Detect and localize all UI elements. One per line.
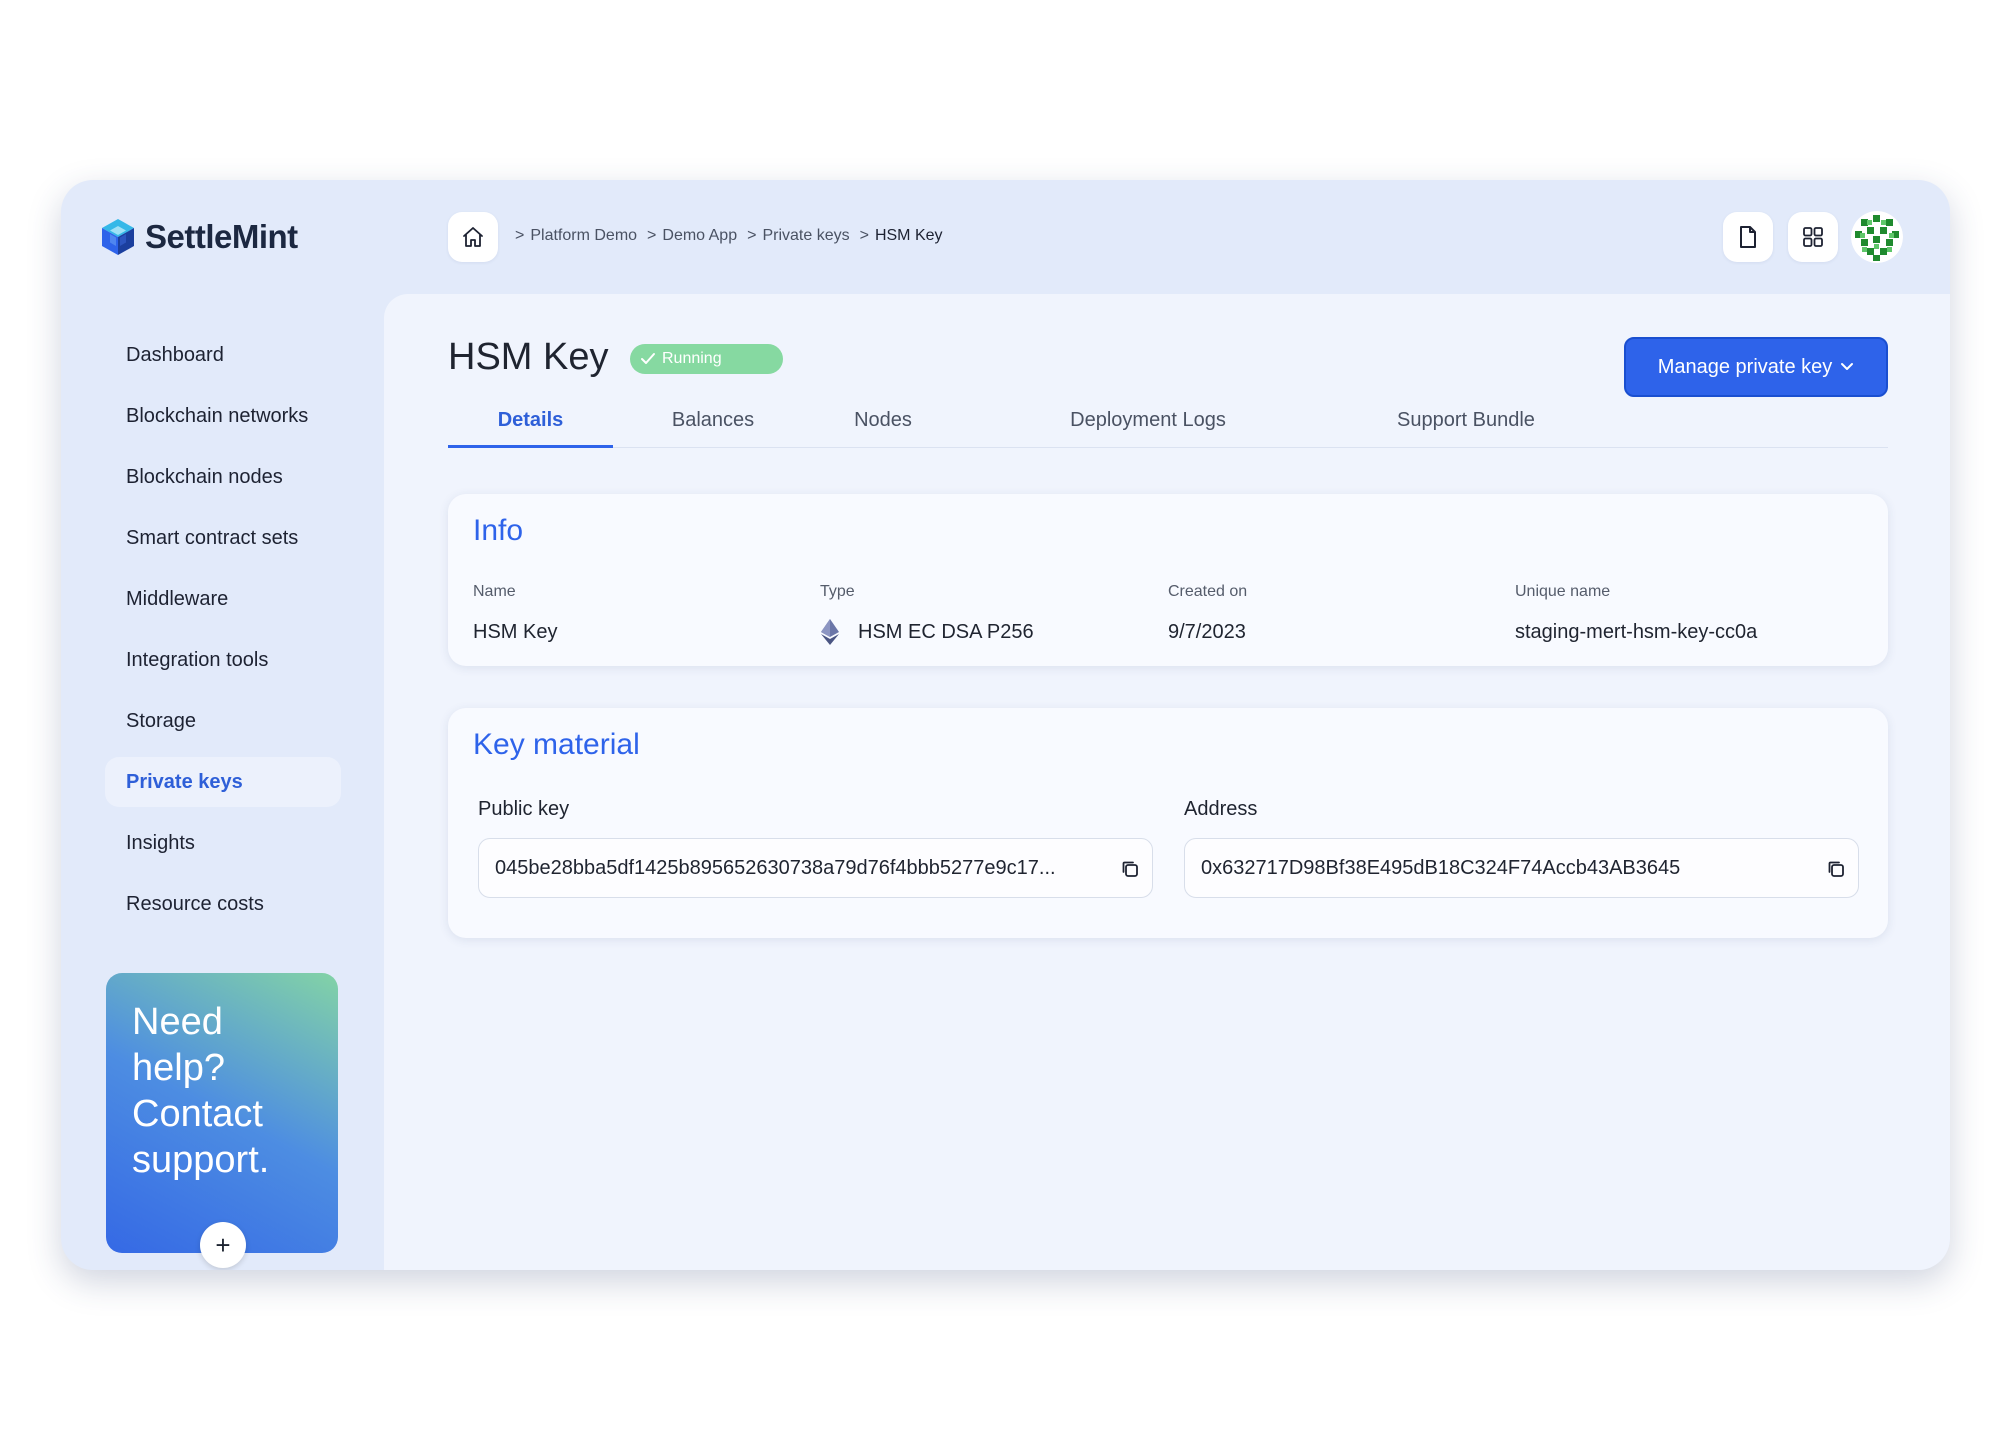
tab-balances[interactable]: Balances <box>638 404 788 448</box>
help-card[interactable]: Need help? Contact support. + <box>106 973 338 1268</box>
sidebar-item-insights[interactable]: Insights <box>105 818 341 868</box>
help-card-text: Need help? Contact support. <box>132 1001 270 1181</box>
copy-address-icon[interactable] <box>1826 859 1846 879</box>
breadcrumb-separator: > <box>859 227 869 244</box>
field-label-unique-name: Unique name <box>1515 583 1611 600</box>
field-value-created-on: 9/7/2023 <box>1168 621 1246 643</box>
breadcrumb-item-platform-demo[interactable]: Platform Demo <box>530 227 637 245</box>
info-card-title: Info <box>473 514 524 547</box>
avatar-pattern-icon <box>1851 211 1903 263</box>
sidebar-item-label: Integration tools <box>126 648 269 671</box>
breadcrumb-separator: > <box>647 227 657 244</box>
manage-private-key-button[interactable]: Manage private key <box>1624 337 1888 397</box>
breadcrumb-item-private-keys[interactable]: Private keys <box>762 227 849 245</box>
breadcrumb-item-current: HSM Key <box>874 227 943 244</box>
sidebar-item-blockchain-nodes[interactable]: Blockchain nodes <box>105 452 341 502</box>
public-key-value: 045be28bba5df1425b895652630738a79d76f4bb… <box>495 856 1056 879</box>
tab-nodes[interactable]: Nodes <box>813 404 953 448</box>
sidebar-item-label: Private keys <box>126 770 243 793</box>
sidebar-item-label: Smart contract sets <box>126 526 299 549</box>
sidebar-item-storage[interactable]: Storage <box>105 696 341 746</box>
breadcrumb-separator: > <box>515 227 525 244</box>
manage-button-label: Manage private key <box>1657 355 1833 378</box>
tab-support-bundle[interactable]: Support Bundle <box>1366 404 1566 448</box>
logo[interactable]: SettleMint <box>101 218 298 256</box>
sidebar-item-label: Resource costs <box>126 892 264 915</box>
field-value-type: HSM EC DSA P256 <box>820 618 1034 646</box>
document-icon <box>1740 226 1756 248</box>
tab-deployment-logs[interactable]: Deployment Logs <box>1038 404 1258 448</box>
sidebar-item-label: Middleware <box>126 587 229 610</box>
field-label-created-on: Created on <box>1168 583 1248 600</box>
sidebar-item-label: Blockchain nodes <box>126 465 283 488</box>
key-material-card: Key material Public key 045be28bba5df142… <box>448 708 1888 938</box>
apps-grid-button[interactable] <box>1788 212 1838 262</box>
field-label-type: Type <box>820 583 855 600</box>
sidebar-item-middleware[interactable]: Middleware <box>105 574 341 624</box>
brand-name: SettleMint <box>145 218 298 255</box>
breadcrumb: > Platform Demo > Demo App > Private key… <box>509 227 943 245</box>
address-field[interactable]: 0x632717D98Bf38E495dB18C324F74Accb43AB36… <box>1184 838 1859 898</box>
check-icon <box>641 353 655 364</box>
copy-public-key-icon[interactable] <box>1120 859 1140 879</box>
sidebar-item-label: Blockchain networks <box>126 404 309 427</box>
field-value-unique-name: staging-mert-hsm-key-cc0a <box>1515 621 1758 643</box>
sidebar-nav: Dashboard Blockchain networks Blockchain… <box>105 330 341 940</box>
home-icon <box>463 227 483 247</box>
app-window: SettleMint Dashboard Blockchain networks… <box>61 180 1950 1270</box>
page-title: HSM Key <box>448 336 609 378</box>
ethereum-icon <box>821 619 839 645</box>
status-badge: Running <box>630 344 783 374</box>
sidebar-item-resource-costs[interactable]: Resource costs <box>105 879 341 929</box>
plus-icon[interactable]: + <box>200 1222 246 1268</box>
address-value: 0x632717D98Bf38E495dB18C324F74Accb43AB36… <box>1201 856 1681 879</box>
document-button[interactable] <box>1723 212 1773 262</box>
grid-icon <box>1803 227 1823 247</box>
sidebar-item-integration-tools[interactable]: Integration tools <box>105 635 341 685</box>
chevron-down-icon <box>1841 363 1854 370</box>
key-material-title: Key material <box>473 728 640 761</box>
sidebar-item-private-keys[interactable]: Private keys <box>105 757 341 807</box>
field-label-name: Name <box>473 583 516 600</box>
home-button[interactable] <box>448 212 498 262</box>
avatar[interactable] <box>1851 211 1903 263</box>
public-key-label: Public key <box>478 798 570 820</box>
field-value-name: HSM Key <box>473 621 558 643</box>
sidebar-item-label: Dashboard <box>126 343 224 366</box>
tab-details[interactable]: Details <box>448 404 613 448</box>
status-label: Running <box>662 350 722 367</box>
public-key-field[interactable]: 045be28bba5df1425b895652630738a79d76f4bb… <box>478 838 1153 898</box>
sidebar-item-dashboard[interactable]: Dashboard <box>105 330 341 380</box>
main-panel: HSM Key Running Manage private key Detai… <box>384 294 1950 1270</box>
sidebar-item-label: Storage <box>126 709 197 732</box>
breadcrumb-separator: > <box>747 227 757 244</box>
info-card: Info Name HSM Key Type HSM EC DSA P256 C… <box>448 494 1888 666</box>
sidebar-item-blockchain-networks[interactable]: Blockchain networks <box>105 391 341 441</box>
tab-bar: Details Balances Nodes Deployment Logs S… <box>448 404 1888 448</box>
breadcrumb-item-demo-app[interactable]: Demo App <box>662 227 737 245</box>
sidebar-item-label: Insights <box>126 831 195 854</box>
type-value-text: HSM EC DSA P256 <box>858 620 1034 643</box>
address-label: Address <box>1184 798 1258 820</box>
sidebar-item-smart-contract-sets[interactable]: Smart contract sets <box>105 513 341 563</box>
cube-logo-icon <box>102 219 134 255</box>
